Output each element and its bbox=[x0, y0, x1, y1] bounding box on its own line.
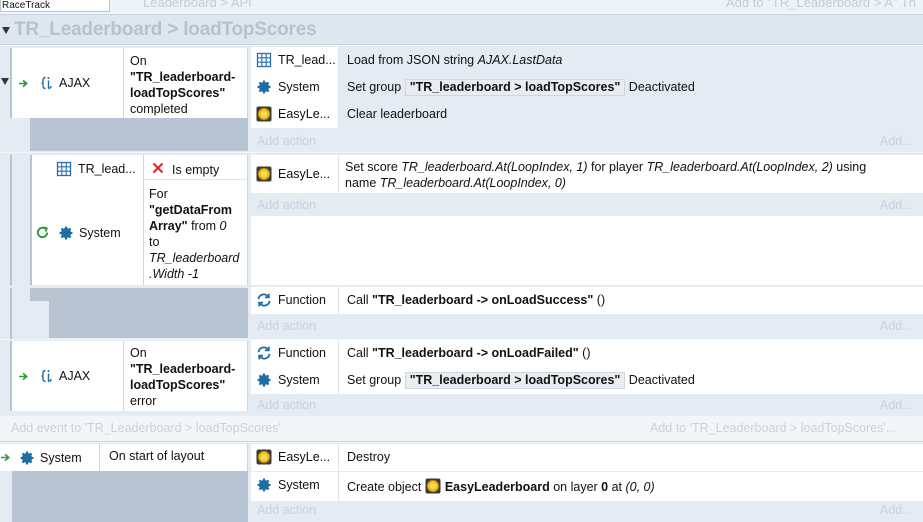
condition-object-cell[interactable]: AJAX bbox=[12, 341, 124, 411]
condition-object-cell[interactable]: AJAX bbox=[12, 48, 124, 118]
collapse-triangle-icon[interactable] bbox=[1, 78, 9, 85]
function-icon bbox=[256, 292, 272, 308]
action-row[interactable]: Function Call "TR_leaderboard -> onLoadF… bbox=[251, 340, 923, 367]
easyleaderboard-icon bbox=[256, 106, 272, 122]
add-action-link[interactable]: Add action bbox=[257, 503, 316, 517]
add-more-link[interactable]: Add... bbox=[880, 198, 913, 212]
condition-cell[interactable]: On start of layout bbox=[100, 444, 248, 471]
add-more-link[interactable]: Add... bbox=[880, 398, 913, 412]
add-action-link[interactable]: Add action bbox=[257, 319, 316, 333]
system-gear-icon bbox=[58, 225, 74, 241]
action-row[interactable]: System Set group "TR_leaderboard > loadT… bbox=[251, 367, 923, 394]
add-to-faint[interactable]: Add to "TR_Leaderboard > A" Th bbox=[726, 0, 916, 10]
condition-cell[interactable]: On "TR_leaderboard-loadTopScores" comple… bbox=[124, 48, 248, 118]
event-arrow-icon bbox=[18, 372, 29, 381]
add-to-group-link[interactable]: Add to 'TR_Leaderboard > loadTopScores'.… bbox=[650, 421, 896, 435]
trigger-tag: "TR_leaderboard-loadTopScores" bbox=[130, 362, 236, 392]
easyleaderboard-icon bbox=[256, 449, 272, 465]
add-more-link[interactable]: Add... bbox=[880, 134, 913, 148]
event-arrow-icon bbox=[18, 79, 29, 88]
top-bar: Leaderboard > API Add to "TR_Leaderboard… bbox=[0, 0, 923, 12]
for-loop-condition: For "getDataFrom Array" from 0 to TR_lea… bbox=[149, 187, 240, 281]
action-row[interactable]: EasyLe... Clear leaderboard bbox=[251, 101, 923, 128]
action-row[interactable]: EasyLe... Destroy bbox=[251, 444, 923, 471]
group-title: TR_Leaderboard > loadTopScores bbox=[14, 19, 317, 40]
system-gear-icon bbox=[256, 477, 272, 493]
system-gear-icon bbox=[256, 79, 272, 95]
easyleaderboard-icon bbox=[256, 166, 272, 182]
action-row[interactable]: Function Call "TR_leaderboard -> onLoadS… bbox=[251, 287, 923, 314]
add-action-link[interactable]: Add action bbox=[257, 398, 316, 412]
add-more-link[interactable]: Add... bbox=[880, 319, 913, 333]
group-pill: "TR_leaderboard > loadTopScores" bbox=[404, 372, 626, 389]
action-row[interactable]: EasyLe... Set score TR_leaderboard.At(Lo… bbox=[251, 155, 923, 193]
action-row[interactable]: TR_lead... Load from JSON string AJAX.La… bbox=[251, 47, 923, 74]
system-gear-icon bbox=[19, 450, 35, 466]
easyleaderboard-icon bbox=[425, 478, 441, 494]
condition-object-cell[interactable]: System bbox=[0, 444, 100, 471]
collapse-triangle-icon[interactable] bbox=[2, 27, 10, 34]
condition-cell[interactable]: Is empty For "getDataFrom Array" from 0 … bbox=[144, 155, 248, 285]
ajax-icon bbox=[39, 368, 55, 384]
group-pill: "TR_leaderboard > loadTopScores" bbox=[404, 79, 626, 96]
system-gear-icon bbox=[256, 372, 272, 388]
group-header[interactable]: TR_Leaderboard > loadTopScores bbox=[0, 14, 923, 45]
add-more-link[interactable]: Add... bbox=[880, 503, 913, 517]
event-arrow-icon bbox=[0, 453, 11, 462]
breadcrumb-faint: Leaderboard > API bbox=[143, 0, 252, 10]
condition-object-cell[interactable]: TR_lead... System bbox=[32, 155, 144, 285]
add-event-link[interactable]: Add event to 'TR_Leaderboard > loadTopSc… bbox=[11, 421, 281, 435]
invert-cross-icon bbox=[152, 162, 164, 174]
condition-object-name: AJAX bbox=[59, 76, 91, 90]
array-grid-icon bbox=[256, 52, 272, 68]
add-action-link[interactable]: Add action bbox=[257, 134, 316, 148]
action-row[interactable]: System Set group "TR_leaderboard > loadT… bbox=[251, 74, 923, 101]
array-grid-icon bbox=[56, 161, 72, 177]
ajax-icon bbox=[39, 75, 55, 91]
add-action-link[interactable]: Add action bbox=[257, 198, 316, 212]
condition-cell[interactable]: On "TR_leaderboard-loadTopScores" error bbox=[124, 341, 248, 411]
function-icon bbox=[256, 345, 272, 361]
action-row[interactable]: System Create object EasyLeaderboard on … bbox=[251, 472, 923, 501]
loop-icon bbox=[35, 225, 50, 240]
trigger-tag: "TR_leaderboard-loadTopScores" bbox=[130, 70, 236, 100]
tab-racetrack[interactable]: RaceTrack bbox=[0, 0, 110, 12]
